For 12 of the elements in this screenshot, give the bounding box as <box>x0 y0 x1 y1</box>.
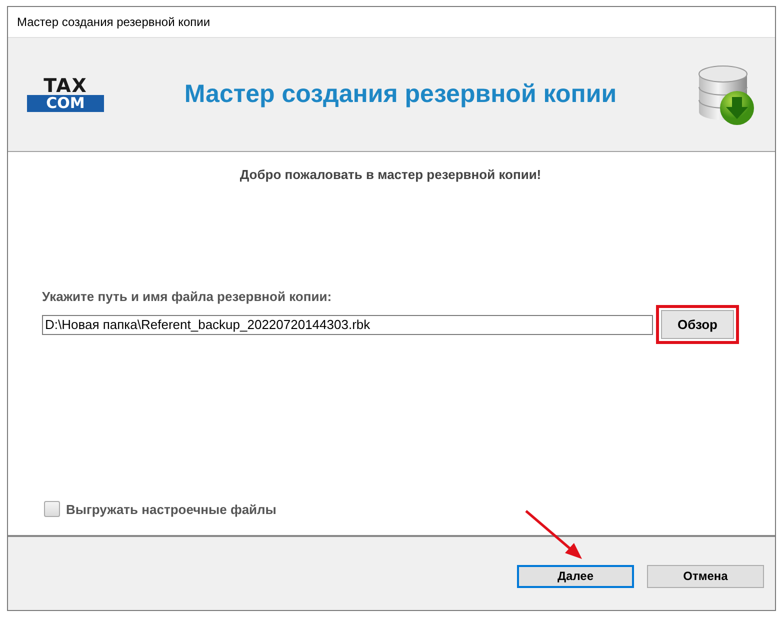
next-button[interactable]: Далее <box>517 564 634 588</box>
checkbox[interactable] <box>44 501 60 517</box>
browse-button[interactable]: Обзор <box>661 310 734 339</box>
database-download-icon <box>697 64 757 126</box>
path-field[interactable]: D:\Новая папка\Referent_backup_20220720144303.rbk <box>42 314 653 334</box>
checkbox-label[interactable]: Выгружать настроечные файлы <box>66 502 276 516</box>
logo-badge: COM <box>27 94 104 112</box>
cancel-button[interactable]: Отмена <box>647 564 764 588</box>
path-label: Укажите путь и имя файла резервной копии: <box>42 289 333 304</box>
wizard-heading: Мастер создания резервной копии <box>183 80 618 109</box>
welcome-text: Добро пожаловать в мастер резервной копии! <box>238 167 542 182</box>
logo-text: TAX <box>44 78 88 94</box>
